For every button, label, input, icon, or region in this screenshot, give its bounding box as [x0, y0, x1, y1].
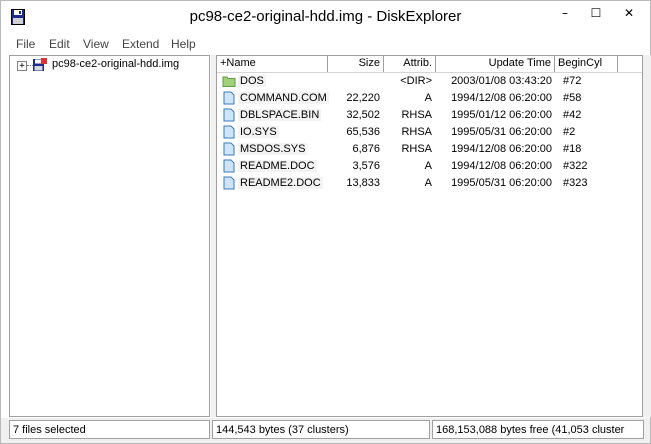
- folder-tree[interactable]: + pc98-ce2-original-hdd.img: [9, 55, 210, 417]
- list-row[interactable]: DBLSPACE.BIN 32,502 RHSA 1995/01/12 06:2…: [217, 107, 642, 124]
- file-size: 65,536: [346, 126, 380, 138]
- file-size: 13,833: [346, 177, 380, 189]
- tree-expand-toggle[interactable]: +: [17, 61, 27, 71]
- file-name: MSDOS.SYS: [238, 143, 308, 155]
- column-header-update-time[interactable]: Update Time: [436, 56, 555, 72]
- file-attrib: A: [424, 177, 432, 189]
- column-header-attrib[interactable]: Attrib.: [384, 56, 436, 72]
- status-selected: 7 files selected: [9, 420, 210, 439]
- file-begin-cyl: #42: [563, 109, 582, 121]
- file-attrib: <DIR>: [400, 75, 432, 87]
- maximize-button[interactable]: ☐: [581, 1, 611, 25]
- disk-drive-icon: [33, 58, 47, 71]
- menu-file[interactable]: File: [16, 37, 35, 51]
- column-header-size[interactable]: Size: [328, 56, 384, 72]
- list-row[interactable]: COMMAND.COM 22,220 A 1994/12/08 06:20:00…: [217, 90, 642, 107]
- status-used: 144,543 bytes (37 clusters): [212, 420, 430, 439]
- list-row[interactable]: IO.SYS 65,536 RHSA 1995/05/31 06:20:00 #…: [217, 124, 642, 141]
- file-update-time: 1994/12/08 06:20:00: [451, 160, 552, 172]
- file-list[interactable]: +Name Size Attrib. Update Time BeginCyl …: [216, 55, 643, 417]
- file-icon: [223, 176, 235, 190]
- file-update-time: 1994/12/08 06:20:00: [451, 92, 552, 104]
- folder-icon: [222, 76, 236, 87]
- list-row[interactable]: README2.DOC 13,833 A 1995/05/31 06:20:00…: [217, 175, 642, 192]
- file-icon: [223, 142, 235, 156]
- column-header-name[interactable]: +Name: [217, 56, 328, 72]
- file-update-time: 2003/01/08 03:43:20: [451, 75, 552, 87]
- file-attrib: A: [424, 92, 432, 104]
- file-icon: [223, 159, 235, 173]
- menu-view[interactable]: View: [83, 37, 109, 51]
- file-begin-cyl: #2: [563, 126, 576, 138]
- file-update-time: 1995/05/31 06:20:00: [451, 177, 552, 189]
- title-bar[interactable]: pc98-ce2-original-hdd.img - DiskExplorer…: [1, 1, 650, 33]
- file-name: README.DOC: [238, 160, 317, 172]
- menu-extend[interactable]: Extend: [122, 37, 159, 51]
- file-begin-cyl: #18: [563, 143, 582, 155]
- file-begin-cyl: #322: [563, 160, 588, 172]
- file-begin-cyl: #323: [563, 177, 588, 189]
- list-row[interactable]: README.DOC 3,576 A 1994/12/08 06:20:00 #…: [217, 158, 642, 175]
- file-attrib: RHSA: [401, 126, 432, 138]
- menu-help[interactable]: Help: [171, 37, 196, 51]
- file-icon: [223, 125, 235, 139]
- vertical-scrollbar[interactable]: [643, 55, 651, 417]
- file-name: IO.SYS: [238, 126, 279, 138]
- file-name: COMMAND.COM: [238, 92, 329, 104]
- file-begin-cyl: #72: [563, 75, 582, 87]
- menu-bar: File Edit View Extend Help: [1, 34, 650, 53]
- file-name: DBLSPACE.BIN: [238, 109, 322, 121]
- file-name: README2.DOC: [238, 177, 323, 189]
- file-icon: [223, 108, 235, 122]
- list-row[interactable]: MSDOS.SYS 6,876 RHSA 1994/12/08 06:20:00…: [217, 141, 642, 158]
- file-update-time: 1994/12/08 06:20:00: [451, 143, 552, 155]
- file-size: 6,876: [352, 143, 380, 155]
- file-update-time: 1995/01/12 06:20:00: [451, 109, 552, 121]
- tree-root-label[interactable]: pc98-ce2-original-hdd.img: [52, 58, 179, 70]
- file-size: 22,220: [346, 92, 380, 104]
- list-header: +Name Size Attrib. Update Time BeginCyl: [217, 56, 642, 73]
- file-attrib: RHSA: [401, 109, 432, 121]
- app-window: pc98-ce2-original-hdd.img - DiskExplorer…: [0, 0, 651, 444]
- list-row[interactable]: DOS <DIR> 2003/01/08 03:43:20 #72: [217, 73, 642, 90]
- minimize-button[interactable]: –: [550, 1, 580, 25]
- file-size: 3,576: [352, 160, 380, 172]
- file-attrib: RHSA: [401, 143, 432, 155]
- file-attrib: A: [424, 160, 432, 172]
- menu-edit[interactable]: Edit: [49, 37, 70, 51]
- file-size: 32,502: [346, 109, 380, 121]
- status-free: 168,153,088 bytes free (41,053 cluster: [432, 420, 644, 439]
- file-begin-cyl: #58: [563, 92, 582, 104]
- close-button[interactable]: ✕: [611, 1, 647, 25]
- status-bar: 7 files selected 144,543 bytes (37 clust…: [1, 418, 650, 443]
- file-icon: [223, 91, 235, 105]
- file-update-time: 1995/05/31 06:20:00: [451, 126, 552, 138]
- file-name: DOS: [238, 75, 266, 87]
- column-header-begin-cyl[interactable]: BeginCyl: [555, 56, 618, 72]
